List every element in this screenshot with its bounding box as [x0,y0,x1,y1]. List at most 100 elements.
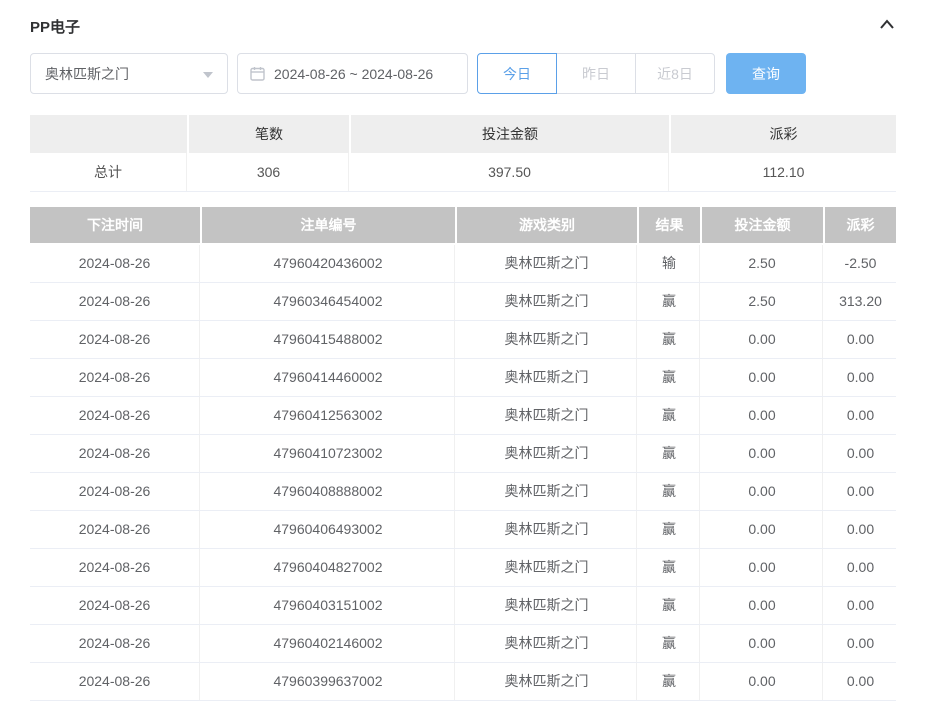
cell-bet-time: 2024-08-26 [30,321,200,358]
summary-total-count: 306 [189,153,349,191]
filter-controls: 奥林匹斯之门 2024-08-26 ~ 2024-08-26 今日 昨日 近8日… [30,53,896,94]
cell-payout: 0.00 [825,549,896,586]
calendar-icon [250,66,265,81]
cell-order-number: 47960346454002 [202,283,455,320]
cell-order-number: 47960408888002 [202,473,455,510]
cell-bet-amount: 0.00 [702,625,823,662]
cell-bet-amount: 0.00 [702,587,823,624]
date-range-input[interactable]: 2024-08-26 ~ 2024-08-26 [237,53,468,94]
cell-bet-amount: 0.00 [702,473,823,510]
cell-payout: 0.00 [825,435,896,472]
cell-payout: 0.00 [825,663,896,700]
collapse-panel-button[interactable] [878,18,896,35]
cell-result: 赢 [639,663,700,700]
cell-result: 赢 [639,397,700,434]
cell-payout: 0.00 [825,625,896,662]
chevron-down-icon [203,72,213,78]
page-title: PP电子 [30,16,80,37]
cell-bet-amount: 0.00 [702,397,823,434]
game-select-value: 奥林匹斯之门 [45,64,129,84]
cell-game-category: 奥林匹斯之门 [457,245,637,282]
cell-result: 赢 [639,473,700,510]
cell-payout: 0.00 [825,473,896,510]
cell-game-category: 奥林匹斯之门 [457,473,637,510]
table-row: 2024-08-26 47960414460002 奥林匹斯之门 赢 0.00 … [30,359,896,397]
cell-order-number: 47960399637002 [202,663,455,700]
yesterday-button[interactable]: 昨日 [556,53,636,94]
table-row: 2024-08-26 47960420436002 奥林匹斯之门 输 2.50 … [30,245,896,283]
cell-game-category: 奥林匹斯之门 [457,397,637,434]
cell-bet-amount: 0.00 [702,549,823,586]
cell-result: 赢 [639,625,700,662]
cell-bet-time: 2024-08-26 [30,397,200,434]
header-payout: 派彩 [825,207,896,243]
cell-order-number: 47960414460002 [202,359,455,396]
cell-order-number: 47960415488002 [202,321,455,358]
summary-table: 笔数 投注金额 派彩 总计 306 397.50 112.10 [30,115,896,192]
cell-bet-amount: 0.00 [702,359,823,396]
date-range-value: 2024-08-26 ~ 2024-08-26 [274,66,433,82]
cell-game-category: 奥林匹斯之门 [457,435,637,472]
game-select[interactable]: 奥林匹斯之门 [30,53,228,94]
summary-header-row: 笔数 投注金额 派彩 [30,115,896,153]
cell-game-category: 奥林匹斯之门 [457,321,637,358]
table-row: 2024-08-26 47960402146002 奥林匹斯之门 赢 0.00 … [30,625,896,663]
summary-total-label: 总计 [30,153,187,191]
table-row: 2024-08-26 47960410723002 奥林匹斯之门 赢 0.00 … [30,435,896,473]
summary-header-bet-amount: 投注金额 [351,115,669,153]
cell-payout: 0.00 [825,359,896,396]
cell-bet-time: 2024-08-26 [30,663,200,700]
pp-panel: PP电子 奥林匹斯之门 2024-08-26 ~ 2024-08-26 [0,0,926,701]
header-bet-amount: 投注金额 [702,207,823,243]
cell-result: 输 [639,245,700,282]
chevron-up-icon [878,18,896,35]
cell-bet-amount: 2.50 [702,245,823,282]
table-row: 2024-08-26 47960415488002 奥林匹斯之门 赢 0.00 … [30,321,896,359]
table-row: 2024-08-26 47960412563002 奥林匹斯之门 赢 0.00 … [30,397,896,435]
cell-result: 赢 [639,283,700,320]
header-result: 结果 [639,207,700,243]
cell-payout: -2.50 [825,245,896,282]
bets-table-header-row: 下注时间 注单编号 游戏类别 结果 投注金额 派彩 [30,207,896,243]
cell-bet-time: 2024-08-26 [30,283,200,320]
cell-bet-time: 2024-08-26 [30,549,200,586]
cell-payout: 0.00 [825,587,896,624]
cell-result: 赢 [639,549,700,586]
cell-bet-time: 2024-08-26 [30,245,200,282]
cell-game-category: 奥林匹斯之门 [457,511,637,548]
summary-header-payout: 派彩 [671,115,896,153]
cell-order-number: 47960406493002 [202,511,455,548]
summary-total-bet-amount: 397.50 [351,153,669,191]
header-bet-time: 下注时间 [30,207,200,243]
quick-date-button-group: 今日 昨日 近8日 [477,53,715,94]
cell-result: 赢 [639,587,700,624]
table-body: 2024-08-26 47960420436002 奥林匹斯之门 输 2.50 … [30,245,896,701]
cell-result: 赢 [639,359,700,396]
today-button[interactable]: 今日 [477,53,557,94]
cell-order-number: 47960412563002 [202,397,455,434]
cell-bet-amount: 0.00 [702,435,823,472]
cell-payout: 313.20 [825,283,896,320]
cell-bet-time: 2024-08-26 [30,511,200,548]
cell-bet-time: 2024-08-26 [30,435,200,472]
last-8-days-button[interactable]: 近8日 [635,53,715,94]
table-row: 2024-08-26 47960403151002 奥林匹斯之门 赢 0.00 … [30,587,896,625]
cell-result: 赢 [639,321,700,358]
cell-bet-amount: 0.00 [702,511,823,548]
cell-payout: 0.00 [825,511,896,548]
cell-game-category: 奥林匹斯之门 [457,283,637,320]
header-game-category: 游戏类别 [457,207,637,243]
query-button[interactable]: 查询 [726,53,806,94]
summary-total-row: 总计 306 397.50 112.10 [30,153,896,192]
cell-bet-time: 2024-08-26 [30,625,200,662]
table-row: 2024-08-26 47960404827002 奥林匹斯之门 赢 0.00 … [30,549,896,587]
cell-order-number: 47960410723002 [202,435,455,472]
cell-bet-time: 2024-08-26 [30,359,200,396]
table-row: 2024-08-26 47960406493002 奥林匹斯之门 赢 0.00 … [30,511,896,549]
header-order-number: 注单编号 [202,207,455,243]
cell-game-category: 奥林匹斯之门 [457,359,637,396]
cell-game-category: 奥林匹斯之门 [457,663,637,700]
cell-result: 赢 [639,435,700,472]
cell-game-category: 奥林匹斯之门 [457,625,637,662]
summary-header-empty [30,115,187,153]
